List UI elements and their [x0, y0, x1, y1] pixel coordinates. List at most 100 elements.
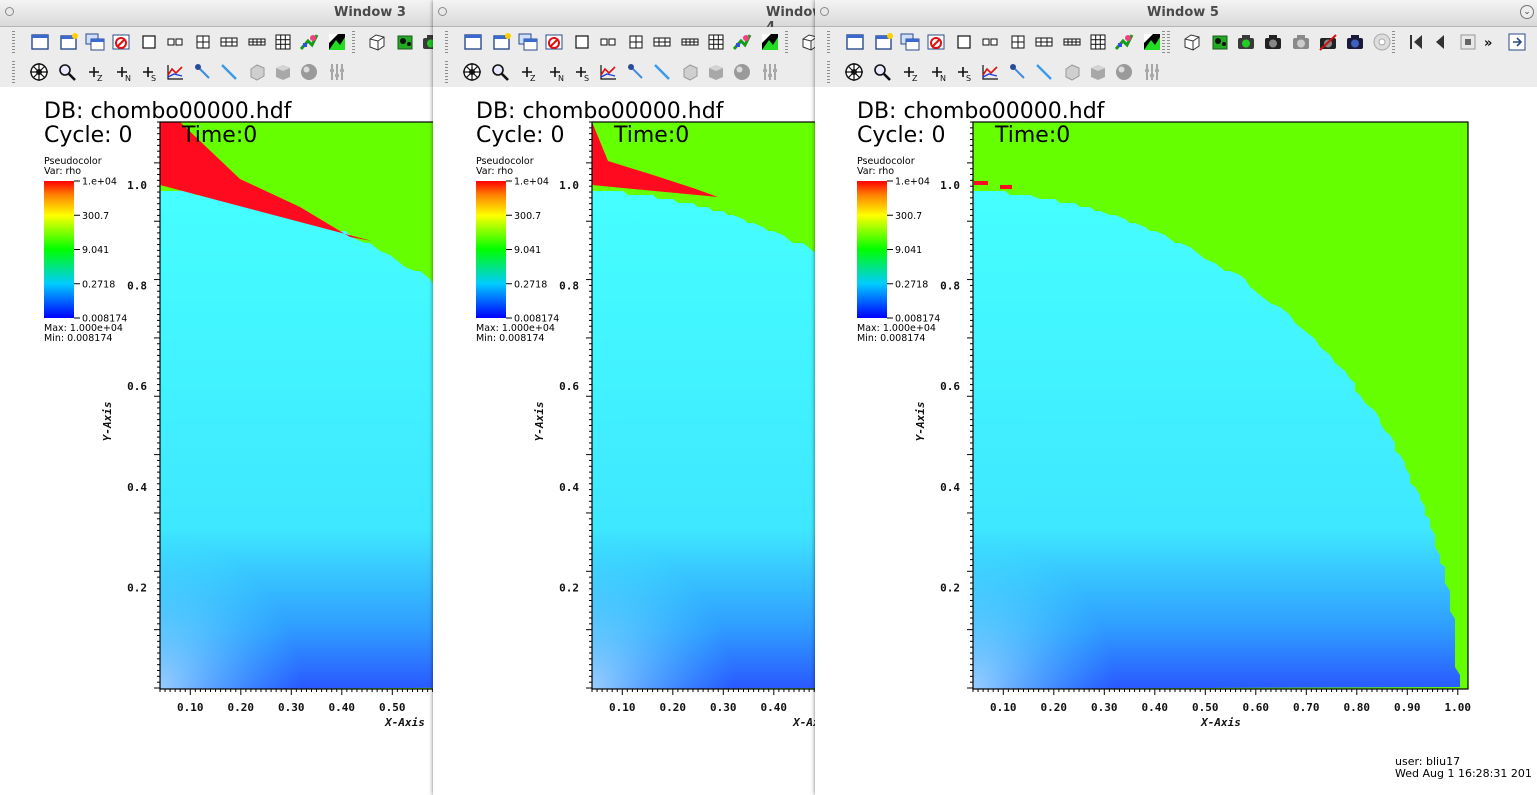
toolbar-grip[interactable] [785, 31, 788, 53]
layout-3x3-icon[interactable] [272, 31, 294, 53]
spreadsheet-pick-icon[interactable]: S [953, 61, 975, 83]
save-image-icon[interactable] [1235, 31, 1257, 53]
delete-window-icon[interactable] [925, 31, 947, 53]
line-tool-icon[interactable] [218, 61, 240, 83]
plane-tool-icon[interactable] [1141, 61, 1163, 83]
lineout-icon[interactable] [597, 61, 619, 83]
plot-area[interactable]: 1.0 0.8 0.6 0.4 0.2 0.10 0.20 0.30 0.40 X-Axis Y-A… [433, 87, 815, 795]
layout-1x1-icon[interactable] [571, 31, 593, 53]
layout-2x4-icon[interactable] [1061, 31, 1083, 53]
copy-window-icon[interactable] [899, 31, 921, 53]
copy-window-icon[interactable] [517, 31, 539, 53]
camera-crossed-icon[interactable] [1317, 31, 1339, 53]
zoom-icon[interactable] [871, 61, 893, 83]
node-pick-icon[interactable]: N [927, 61, 949, 83]
layout-3x3-icon[interactable] [1087, 31, 1109, 53]
layout-1x2-icon[interactable] [979, 31, 1001, 53]
invert-background-icon[interactable] [326, 31, 348, 53]
window-menu-icon[interactable] [5, 7, 14, 16]
line-tool-icon[interactable] [1033, 61, 1055, 83]
navigate-icon[interactable] [28, 61, 50, 83]
titlebar[interactable]: Window 4 [433, 0, 815, 35]
pick-point-icon[interactable] [192, 61, 214, 83]
layout-2x2-icon[interactable] [192, 31, 214, 53]
pick-point-icon[interactable] [625, 61, 647, 83]
new-window-icon[interactable] [29, 31, 51, 53]
plane-tool-icon[interactable] [326, 61, 348, 83]
clone-window-icon[interactable] [873, 31, 895, 53]
spreadsheet-pick-icon[interactable]: S [138, 61, 160, 83]
layout-1x2-icon[interactable] [597, 31, 619, 53]
layout-2x3-icon[interactable] [1033, 31, 1055, 53]
stop-icon[interactable] [1457, 31, 1479, 53]
navigate-icon[interactable] [461, 61, 483, 83]
toolbar-grip[interactable] [445, 61, 448, 83]
new-window-icon[interactable] [462, 31, 484, 53]
toolbar-grip[interactable] [352, 31, 355, 53]
step-back-icon[interactable] [1405, 31, 1427, 53]
box-tool-icon[interactable] [1061, 61, 1083, 83]
spreadsheet-pick-icon[interactable]: S [571, 61, 593, 83]
toolbar-grip[interactable] [827, 61, 830, 83]
zone-pick-icon[interactable]: Z [517, 61, 539, 83]
save-image-icon[interactable] [420, 31, 433, 53]
lineout-icon[interactable] [979, 61, 1001, 83]
camera-icon[interactable] [1262, 31, 1284, 53]
rewind-icon[interactable] [1429, 31, 1451, 53]
lock-view-icon[interactable] [731, 31, 753, 53]
layout-2x2-icon[interactable] [625, 31, 647, 53]
titlebar[interactable]: Window 5 ⌄ [815, 0, 1537, 27]
layout-1x1-icon[interactable] [138, 31, 160, 53]
box3d-tool-icon[interactable] [272, 61, 294, 83]
invert-background-icon[interactable] [1141, 31, 1163, 53]
toolbar-grip[interactable] [827, 31, 830, 53]
line-tool-icon[interactable] [651, 61, 673, 83]
box3d-tool-icon[interactable] [705, 61, 727, 83]
box-tool-icon[interactable] [246, 61, 268, 83]
box3d-tool-icon[interactable] [1087, 61, 1109, 83]
copy-window-icon[interactable] [84, 31, 106, 53]
box-tool-icon[interactable] [679, 61, 701, 83]
titlebar[interactable]: Window 3 [0, 0, 433, 27]
layout-2x2-icon[interactable] [1007, 31, 1029, 53]
layout-2x3-icon[interactable] [218, 31, 240, 53]
window-menu-icon[interactable] [438, 7, 447, 16]
bounding-box-icon[interactable] [799, 31, 815, 53]
node-pick-icon[interactable]: N [545, 61, 567, 83]
plot-area[interactable]: 1.0 0.8 0.6 0.4 0.2 0.10 0.20 0.30 0.40 0.50 X-Axi… [0, 87, 433, 795]
toolbar-grip[interactable] [12, 61, 15, 83]
toolbar-grip[interactable] [445, 31, 448, 53]
layout-2x3-icon[interactable] [651, 31, 673, 53]
clone-window-icon[interactable] [58, 31, 80, 53]
sphere-tool-icon[interactable] [731, 61, 753, 83]
zone-pick-icon[interactable]: Z [84, 61, 106, 83]
camera-dark-icon[interactable] [1344, 31, 1366, 53]
more-icon[interactable]: » [1479, 31, 1501, 53]
navigate-icon[interactable] [843, 61, 865, 83]
bounding-box-icon[interactable] [1181, 31, 1203, 53]
zoom-icon[interactable] [56, 61, 78, 83]
layout-1x2-icon[interactable] [164, 31, 186, 53]
clone-window-icon[interactable] [491, 31, 513, 53]
window-options-icon[interactable]: ⌄ [1520, 5, 1534, 19]
film-icon[interactable] [1371, 31, 1393, 53]
invert-background-icon[interactable] [759, 31, 781, 53]
layout-2x4-icon[interactable] [246, 31, 268, 53]
pick-point-icon[interactable] [1007, 61, 1029, 83]
new-window-icon[interactable] [844, 31, 866, 53]
spin-icon[interactable] [394, 31, 416, 53]
layout-2x4-icon[interactable] [679, 31, 701, 53]
layout-3x3-icon[interactable] [705, 31, 727, 53]
delete-window-icon[interactable] [543, 31, 565, 53]
spin-icon[interactable] [1209, 31, 1231, 53]
camera-gray-icon[interactable] [1290, 31, 1312, 53]
plot-area[interactable]: 1.0 0.8 0.6 0.4 0.2 0.10 0.20 0.30 0.40 0.50 0.60 0… [815, 87, 1537, 795]
zoom-icon[interactable] [489, 61, 511, 83]
bounding-box-icon[interactable] [366, 31, 388, 53]
sphere-tool-icon[interactable] [298, 61, 320, 83]
zone-pick-icon[interactable]: Z [899, 61, 921, 83]
delete-window-icon[interactable] [110, 31, 132, 53]
sphere-tool-icon[interactable] [1113, 61, 1135, 83]
window-menu-icon[interactable] [820, 7, 829, 16]
plane-tool-icon[interactable] [759, 61, 781, 83]
